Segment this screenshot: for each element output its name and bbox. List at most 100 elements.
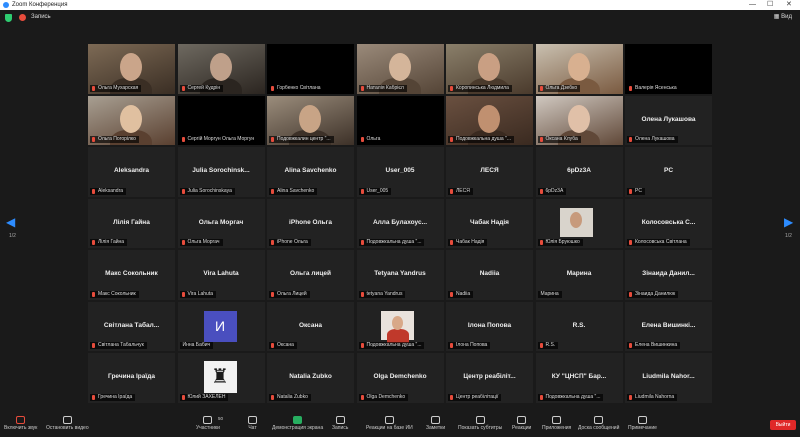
toolbar-button[interactable]: Показать субтитры bbox=[458, 416, 502, 431]
participant-tile[interactable]: Ольга bbox=[356, 95, 444, 145]
toolbar-button[interactable]: 50 Участники bbox=[196, 416, 223, 431]
participant-tile[interactable]: Сергей Кудрін bbox=[177, 44, 265, 94]
toolbar-button-label: Чат bbox=[248, 425, 257, 431]
participant-tile[interactable]: Центр реабіліт... Центр реабілітації bbox=[446, 353, 533, 403]
toolbar-button-label: Участники bbox=[196, 425, 220, 431]
participant-tile[interactable]: Зінаида Данил... Зінаида Данилюк bbox=[625, 250, 712, 300]
profile-photo-face bbox=[569, 211, 582, 228]
participant-name-label: Ольга Лицей bbox=[269, 290, 310, 298]
participant-tile[interactable]: Ольга Погорілко bbox=[88, 95, 175, 145]
toolbar-button[interactable]: Включить звук bbox=[4, 416, 37, 431]
participant-face bbox=[299, 104, 321, 133]
participant-tile[interactable]: Natalia Zubko Natalia Zubko bbox=[267, 353, 354, 403]
previous-page-arrow-icon[interactable]: ◀ bbox=[6, 215, 15, 229]
participant-name-text: Лілія Гайна bbox=[98, 239, 125, 245]
participant-name-label: Olga Demchenko bbox=[358, 393, 409, 401]
microphone-muted-icon bbox=[450, 240, 453, 245]
participant-tile[interactable]: Nadiia Nadiia bbox=[446, 250, 533, 300]
participant-name-text: Инна Бабич bbox=[182, 342, 211, 348]
participant-tile[interactable]: Юлія Бруюшко bbox=[535, 198, 623, 248]
participant-tile[interactable]: Гречина Іраїда Гречина Іраїда bbox=[88, 353, 175, 403]
participant-tile[interactable]: Tetyana Yandrus tetyana Yandrus bbox=[356, 250, 444, 300]
participant-tile[interactable]: User_005 User_005 bbox=[356, 147, 444, 197]
participant-tile[interactable]: Alina Savchenko Alina Savchenko bbox=[267, 147, 354, 197]
participant-name-text: Подовжкальна душа "... bbox=[456, 136, 511, 142]
participant-display-name: Liudmila Nahor... bbox=[642, 373, 695, 380]
participant-tile[interactable]: Валерія Ясенська bbox=[625, 44, 712, 94]
participant-name-label: Ольга Мухарская bbox=[90, 84, 142, 92]
participant-tile[interactable]: Лілія Гайна Лілія Гайна bbox=[88, 198, 175, 248]
participant-tile[interactable]: Світлана Табал... Світлана Табальчук bbox=[88, 301, 175, 351]
toolbar-button[interactable]: Примечание bbox=[628, 416, 657, 431]
toolbar-button[interactable]: Запись bbox=[332, 416, 348, 431]
participant-tile[interactable]: Наталія Кабрієл bbox=[356, 44, 444, 94]
participant-tile[interactable]: Макс Сокольник Макс Сокольник bbox=[88, 250, 175, 300]
participant-tile[interactable]: Олена Лукашова Олена Лукашова bbox=[625, 95, 712, 145]
participant-tile[interactable]: Елена Вишинкі... Елена Вишинкина bbox=[625, 301, 712, 351]
captions-icon bbox=[475, 416, 485, 424]
participant-name-text: iPhone Ольга bbox=[277, 239, 308, 245]
participant-name-label: Гречина Іраїда bbox=[90, 393, 136, 401]
participant-tile[interactable]: ЛЕСЯ ЛЕСЯ bbox=[446, 147, 533, 197]
close-icon[interactable]: ✕ bbox=[786, 0, 792, 10]
participant-name-text: Горбенко Світлана bbox=[277, 84, 321, 91]
next-page-arrow-icon[interactable]: ▶ bbox=[784, 215, 793, 229]
participant-tile[interactable]: Подовжкальна душа "... bbox=[356, 301, 444, 351]
microphone-muted-icon bbox=[92, 188, 95, 194]
participant-tile[interactable]: Подовжкальна душа "... bbox=[446, 95, 533, 145]
participant-tile[interactable]: Подовжкалин центр "... bbox=[267, 95, 354, 145]
participant-tile[interactable]: КУ "ЦНСП" Бар... Подовжкальна душа "... bbox=[535, 353, 623, 403]
participant-tile[interactable]: PC PC bbox=[625, 147, 712, 197]
participant-tile[interactable]: Марина Марина bbox=[535, 250, 623, 300]
participant-name-text: 6pDz3A bbox=[545, 187, 564, 194]
participant-name-label: PC bbox=[627, 187, 645, 195]
participant-tile[interactable]: Коропинська Людмила bbox=[446, 44, 533, 94]
maximize-icon[interactable]: ☐ bbox=[767, 0, 773, 10]
microphone-muted-icon bbox=[92, 137, 95, 142]
participant-name-text: Ольга Моргач bbox=[187, 239, 220, 245]
microphone-muted-icon bbox=[539, 137, 543, 142]
minimize-icon[interactable]: — bbox=[749, 0, 756, 10]
participant-tile[interactable]: Оксана Клуба bbox=[535, 95, 623, 145]
participant-tile[interactable]: Ольга Мухарская bbox=[88, 44, 175, 94]
participant-tile[interactable]: iPhone Ольга iPhone Ольга bbox=[267, 198, 354, 248]
participant-tile[interactable]: Сергій Моргун Ольга Моргун bbox=[177, 95, 265, 145]
microphone-muted-icon bbox=[360, 394, 364, 400]
toolbar-button[interactable]: Доска сообщений bbox=[578, 416, 619, 431]
participant-tile[interactable]: Чабак Надія Чабак Надія bbox=[446, 198, 533, 248]
participant-tile[interactable]: Liudmila Nahor... Liudmila Nahorna bbox=[625, 353, 712, 403]
participant-tile[interactable]: Ольга Моргач Ольга Моргач bbox=[177, 198, 265, 248]
toolbar-button[interactable]: Остановить видео bbox=[46, 416, 89, 431]
participant-tile[interactable]: ♜ Юлий ЗАХЕЛЕН bbox=[177, 353, 265, 403]
participant-tile[interactable]: Ольга Дзебко bbox=[535, 44, 623, 94]
toolbar-button[interactable]: Реакции bbox=[512, 416, 531, 431]
participant-tile[interactable]: Алла Булахоус... Подовжкальна душа "... bbox=[356, 198, 444, 248]
participant-display-name: Olga Demchenko bbox=[373, 373, 427, 380]
participant-name-label: Alina Savchenko bbox=[269, 187, 318, 195]
participant-tile[interactable]: Ольга лицей Ольга Лицей bbox=[267, 250, 354, 300]
participant-tile[interactable]: R.S. R.S. bbox=[535, 301, 623, 351]
participant-tile[interactable]: Vira Lahuta Vira Lahuta bbox=[177, 250, 265, 300]
participant-tile[interactable]: Ілона Попова Ілона Попова bbox=[446, 301, 533, 351]
participant-tile[interactable]: И Инна Бабич bbox=[177, 301, 265, 351]
view-button[interactable]: ▦ Вид bbox=[774, 13, 792, 20]
participant-display-name: Центр реабіліт... bbox=[463, 373, 516, 380]
toolbar-button[interactable]: Демонстрация экрана bbox=[272, 416, 323, 431]
toolbar-button[interactable]: Чат bbox=[248, 416, 257, 431]
toolbar-button[interactable]: Приложения bbox=[542, 416, 571, 431]
toolbar-button[interactable]: Заметки bbox=[426, 416, 445, 431]
participant-tile[interactable]: Olga Demchenko Olga Demchenko bbox=[356, 353, 444, 403]
participant-name-text: Юлія Бруюшко bbox=[545, 239, 580, 245]
participant-tile[interactable]: 6pDz3A 6pDz3A bbox=[535, 147, 623, 197]
toolbar-button[interactable]: Реакции на базе ИИ bbox=[366, 416, 413, 431]
participant-tile[interactable]: Julia Sorochinsk... Julia Sorochinskaya bbox=[177, 147, 265, 197]
participant-tile[interactable]: Горбенко Світлана bbox=[267, 44, 354, 94]
profile-photo bbox=[559, 207, 593, 237]
participant-tile[interactable]: Aleksandra Aleksandra bbox=[88, 147, 175, 197]
participant-tile[interactable]: Оксана Оксана bbox=[267, 301, 354, 351]
recording-icon[interactable] bbox=[19, 14, 26, 21]
leave-meeting-button[interactable]: Выйти bbox=[770, 420, 796, 430]
note-icon bbox=[637, 416, 647, 424]
participant-tile[interactable]: Колосовська С... Колосовська Світлана bbox=[625, 198, 712, 248]
security-shield-icon[interactable] bbox=[5, 14, 12, 22]
